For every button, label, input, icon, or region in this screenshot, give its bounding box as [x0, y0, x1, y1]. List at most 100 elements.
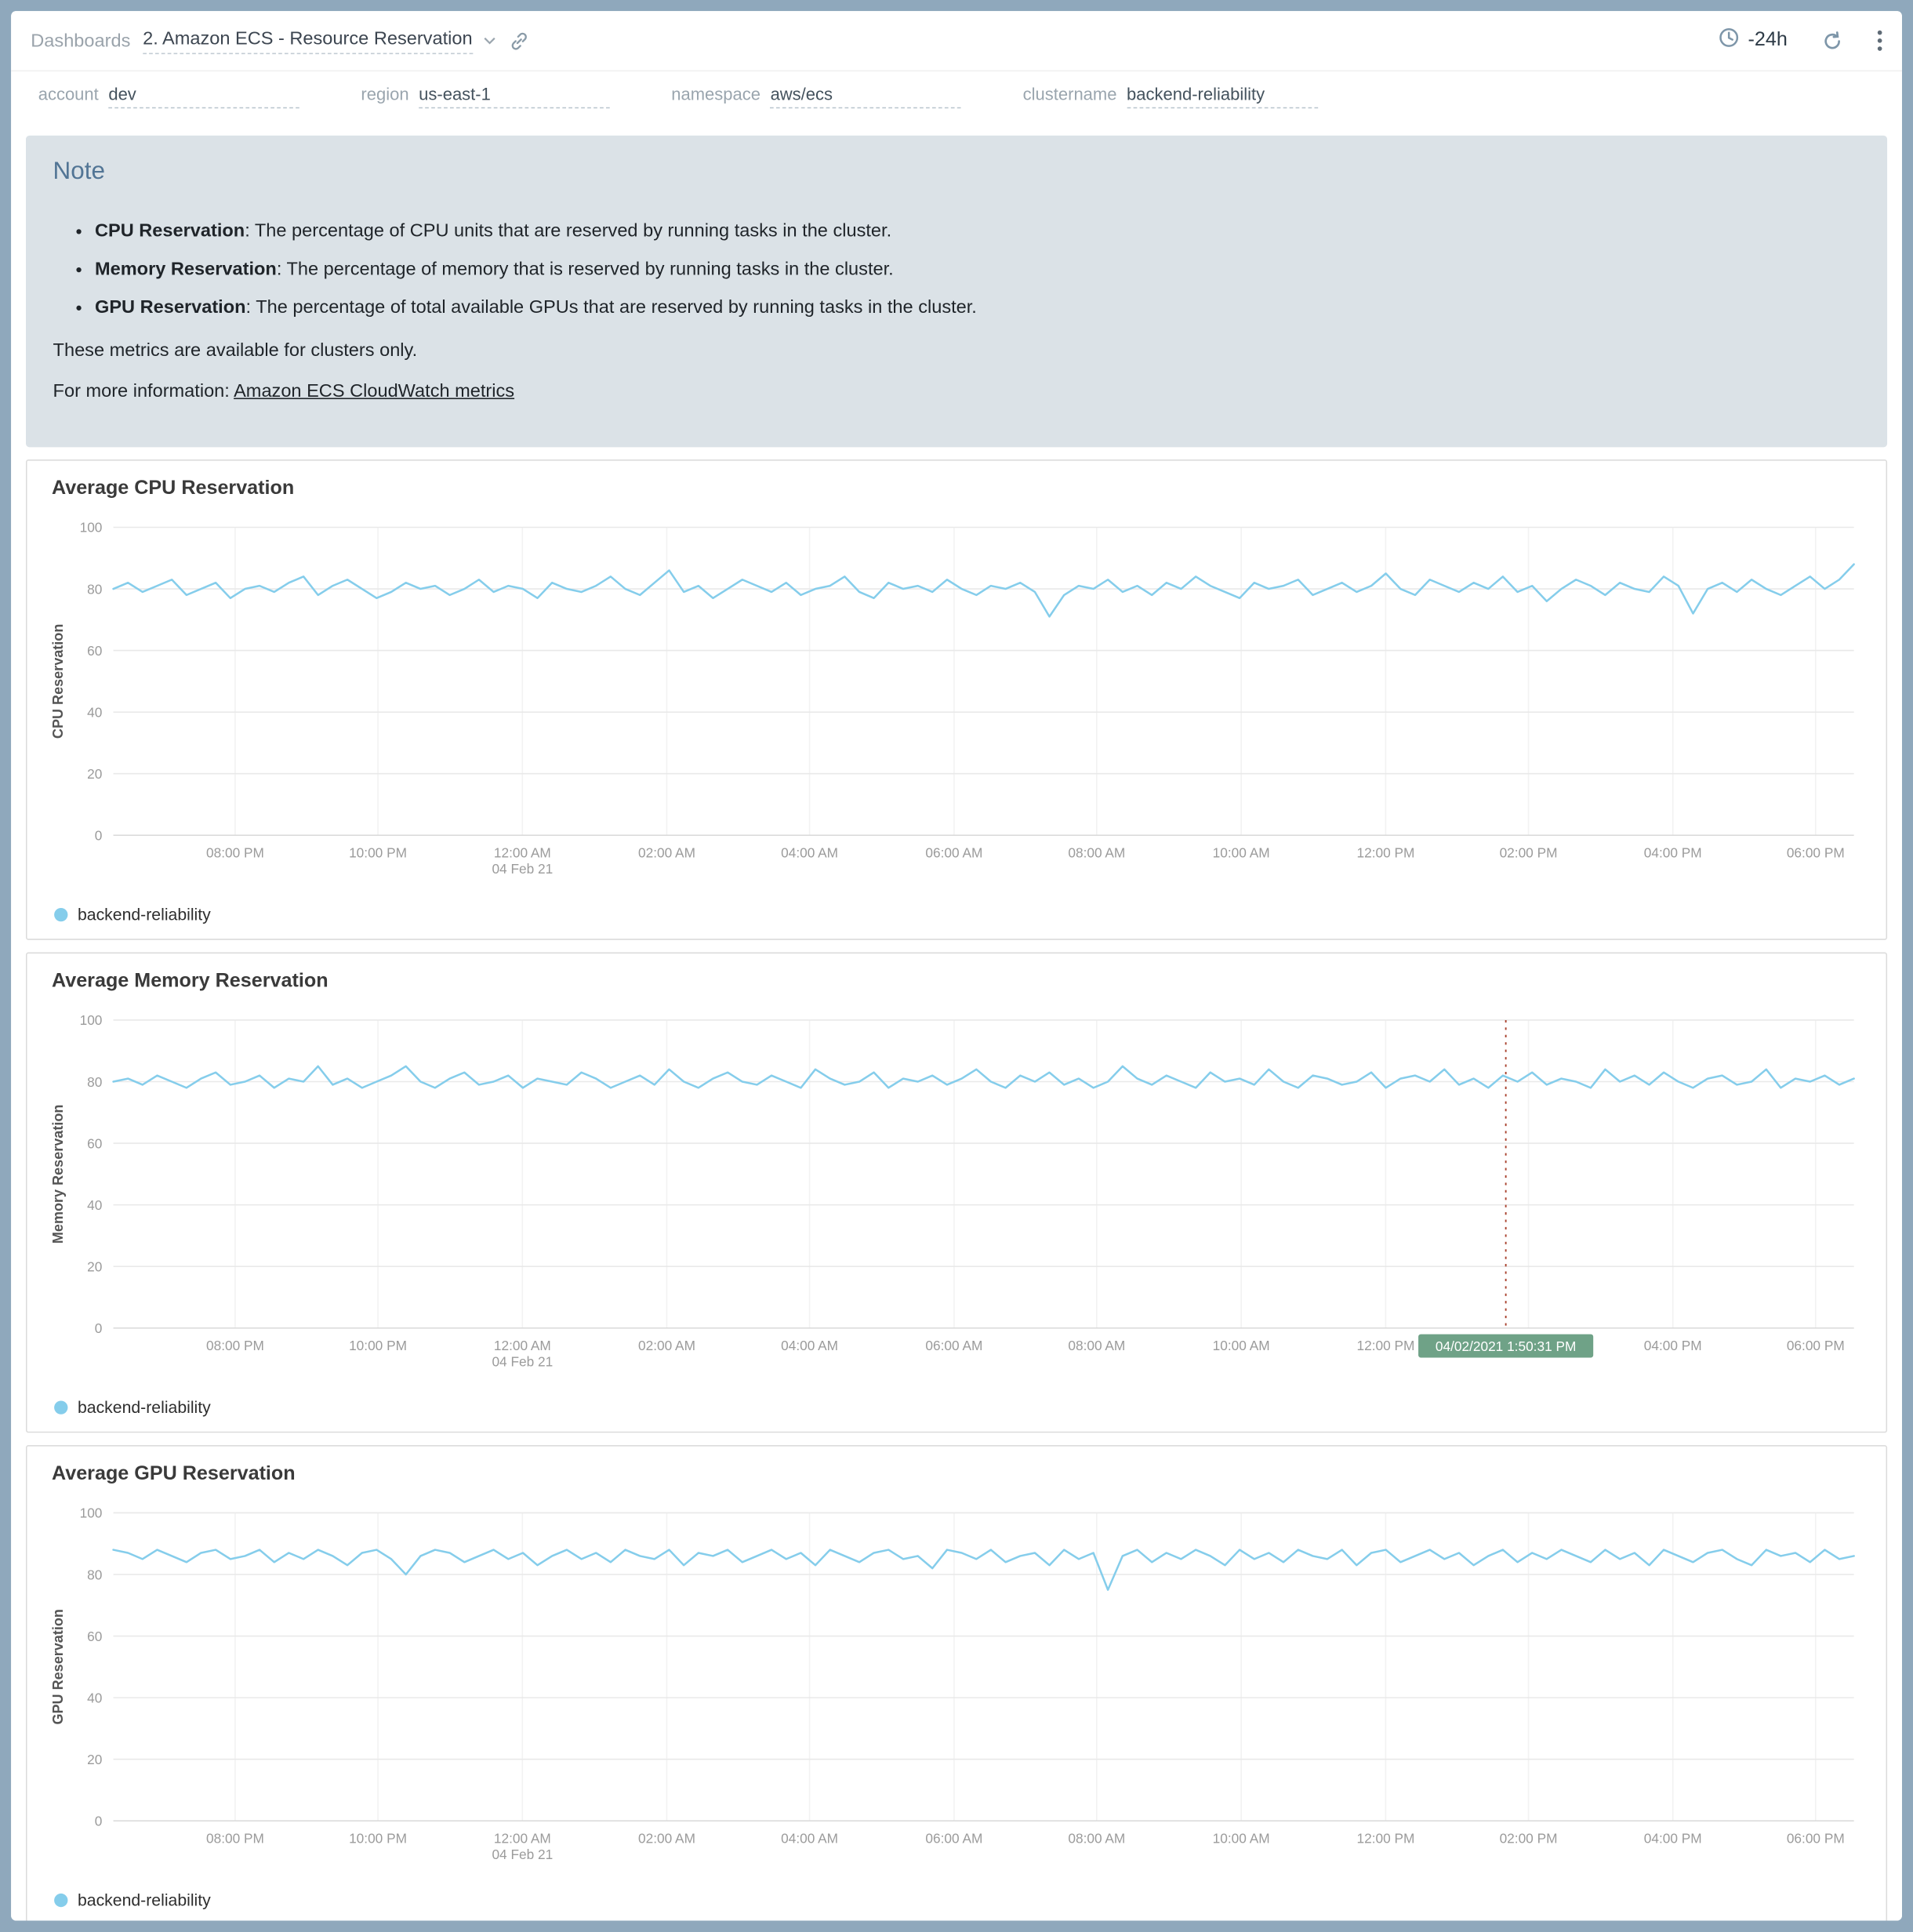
svg-text:04/02/2021 1:50:31 PM: 04/02/2021 1:50:31 PM	[1436, 1338, 1577, 1354]
svg-text:0: 0	[95, 1320, 103, 1336]
note-footer-text: These metrics are available for clusters…	[53, 340, 1860, 361]
svg-text:12:00 AM: 12:00 AM	[494, 845, 551, 861]
series-color-dot	[54, 908, 67, 921]
svg-text:02:00 AM: 02:00 AM	[638, 845, 695, 861]
svg-text:60: 60	[87, 1136, 102, 1152]
note-link-prefix: For more information:	[53, 381, 234, 402]
memory-reservation-chart[interactable]: 0 20 40 60 80 100 08:00 PM 10:00 PM 12:00 AM04 F…	[42, 1005, 1871, 1391]
page-title[interactable]: 2. Amazon ECS - Resource Reservation	[143, 27, 472, 53]
svg-text:06:00 AM: 06:00 AM	[925, 1831, 982, 1847]
svg-text:08:00 PM: 08:00 PM	[206, 1338, 264, 1353]
svg-text:02:00 PM: 02:00 PM	[1500, 845, 1558, 861]
legend-label: backend-reliability	[78, 906, 211, 924]
legend-item-memory[interactable]: backend-reliability	[42, 1391, 1871, 1424]
svg-text:100: 100	[80, 1013, 103, 1029]
cpu-reservation-panel: Average CPU Reservation 0 20 40 60 80 100 08:0…	[26, 459, 1887, 940]
dashboard-title-dropdown[interactable]: 2. Amazon ECS - Resource Reservation	[143, 27, 495, 53]
svg-text:08:00 AM: 08:00 AM	[1068, 1831, 1125, 1847]
legend-item-gpu[interactable]: backend-reliability	[42, 1884, 1871, 1917]
svg-text:80: 80	[87, 1074, 102, 1090]
note-bullet-cpu: CPU Reservation: The percentage of CPU u…	[95, 218, 1860, 245]
filter-label: clustername	[1023, 84, 1117, 104]
svg-text:04:00 AM: 04:00 AM	[781, 1831, 838, 1847]
svg-text:10:00 PM: 10:00 PM	[349, 1831, 407, 1847]
svg-text:40: 40	[87, 705, 102, 721]
filter-clustername-value[interactable]: backend-reliability	[1127, 84, 1318, 108]
svg-text:10:00 PM: 10:00 PM	[349, 1338, 407, 1353]
svg-text:02:00 AM: 02:00 AM	[638, 1831, 695, 1847]
svg-text:10:00 AM: 10:00 AM	[1213, 845, 1270, 861]
cpu-reservation-chart[interactable]: 02040608010008:00 PM10:00 PM12:00 AM04 F…	[42, 513, 1871, 899]
filter-account: account dev	[38, 84, 299, 108]
svg-text:08:00 AM: 08:00 AM	[1068, 845, 1125, 861]
svg-text:60: 60	[87, 643, 102, 659]
svg-text:08:00 PM: 08:00 PM	[206, 845, 264, 861]
legend-label: backend-reliability	[78, 1891, 211, 1910]
note-title: Note	[53, 158, 1860, 186]
dashboard-header: Dashboards 2. Amazon ECS - Resource Rese…	[11, 11, 1902, 70]
filter-region-value[interactable]: us-east-1	[419, 84, 610, 108]
svg-text:08:00 PM: 08:00 PM	[206, 1831, 264, 1847]
svg-text:80: 80	[87, 582, 102, 597]
time-range-picker[interactable]: -24h	[1719, 27, 1788, 55]
svg-text:04 Feb 21: 04 Feb 21	[492, 1354, 553, 1370]
dashboard-page: Dashboards 2. Amazon ECS - Resource Rese…	[0, 0, 1913, 1932]
svg-text:06:00 PM: 06:00 PM	[1787, 1831, 1845, 1847]
filter-namespace: namespace aws/ecs	[671, 84, 961, 108]
filter-label: account	[38, 84, 99, 104]
series-color-dot	[54, 1401, 67, 1414]
share-link-icon[interactable]	[508, 30, 529, 51]
gpu-reservation-panel: Average GPU Reservation 02040608010008:0…	[26, 1445, 1887, 1920]
legend-item-cpu[interactable]: backend-reliability	[42, 899, 1871, 932]
svg-text:12:00 AM: 12:00 AM	[494, 1831, 551, 1847]
svg-text:10:00 AM: 10:00 AM	[1213, 1831, 1270, 1847]
filter-label: namespace	[671, 84, 760, 104]
breadcrumb[interactable]: Dashboards	[31, 30, 130, 51]
dashboard-body: Note CPU Reservation: The percentage of …	[11, 121, 1902, 1921]
note-footer-link-line: For more information: Amazon ECS CloudWa…	[53, 381, 1860, 402]
svg-text:12:00 AM: 12:00 AM	[494, 1338, 551, 1353]
legend-label: backend-reliability	[78, 1399, 211, 1418]
gpu-reservation-chart[interactable]: 02040608010008:00 PM10:00 PM12:00 AM04 F…	[42, 1498, 1871, 1884]
svg-text:20: 20	[87, 766, 102, 782]
svg-text:10:00 AM: 10:00 AM	[1213, 1338, 1270, 1353]
svg-text:04 Feb 21: 04 Feb 21	[492, 1847, 553, 1862]
svg-text:04:00 PM: 04:00 PM	[1644, 1338, 1702, 1353]
svg-text:40: 40	[87, 1690, 102, 1706]
svg-text:06:00 PM: 06:00 PM	[1787, 845, 1845, 861]
svg-text:40: 40	[87, 1197, 102, 1213]
svg-text:02:00 AM: 02:00 AM	[638, 1338, 695, 1353]
svg-text:06:00 AM: 06:00 AM	[925, 1338, 982, 1353]
filter-account-value[interactable]: dev	[108, 84, 299, 108]
time-range-value[interactable]: -24h	[1748, 30, 1787, 52]
svg-text:60: 60	[87, 1629, 102, 1644]
svg-text:0: 0	[95, 1814, 103, 1829]
chart-title-gpu: Average GPU Reservation	[52, 1464, 1871, 1486]
series-color-dot	[54, 1894, 67, 1907]
filter-namespace-value[interactable]: aws/ecs	[771, 84, 962, 108]
kebab-menu-icon[interactable]	[1878, 30, 1882, 52]
svg-text:06:00 AM: 06:00 AM	[925, 845, 982, 861]
chevron-down-icon[interactable]	[482, 30, 495, 52]
filter-region: region us-east-1	[361, 84, 609, 108]
svg-text:12:00 PM: 12:00 PM	[1356, 1338, 1414, 1353]
svg-text:80: 80	[87, 1567, 102, 1583]
svg-text:0: 0	[95, 828, 103, 844]
svg-text:12:00 PM: 12:00 PM	[1356, 845, 1414, 861]
svg-text:06:00 PM: 06:00 PM	[1787, 1338, 1845, 1353]
svg-text:20: 20	[87, 1259, 102, 1275]
refresh-icon[interactable]	[1822, 30, 1843, 51]
svg-text:04:00 PM: 04:00 PM	[1644, 845, 1702, 861]
note-panel: Note CPU Reservation: The percentage of …	[26, 136, 1887, 448]
svg-text:100: 100	[80, 520, 103, 536]
chart-title-memory: Average Memory Reservation	[52, 971, 1871, 993]
svg-text:GPU Reservation: GPU Reservation	[50, 1610, 66, 1725]
dashboard-frame: Dashboards 2. Amazon ECS - Resource Rese…	[11, 11, 1902, 1920]
cloudwatch-metrics-link[interactable]: Amazon ECS CloudWatch metrics	[234, 381, 514, 402]
svg-text:10:00 PM: 10:00 PM	[349, 845, 407, 861]
svg-text:04:00 AM: 04:00 AM	[781, 1338, 838, 1353]
note-bullet-memory: Memory Reservation: The percentage of me…	[95, 256, 1860, 282]
svg-text:02:00 PM: 02:00 PM	[1500, 1831, 1558, 1847]
filter-clustername: clustername backend-reliability	[1023, 84, 1318, 108]
chart-title-cpu: Average CPU Reservation	[52, 478, 1871, 500]
